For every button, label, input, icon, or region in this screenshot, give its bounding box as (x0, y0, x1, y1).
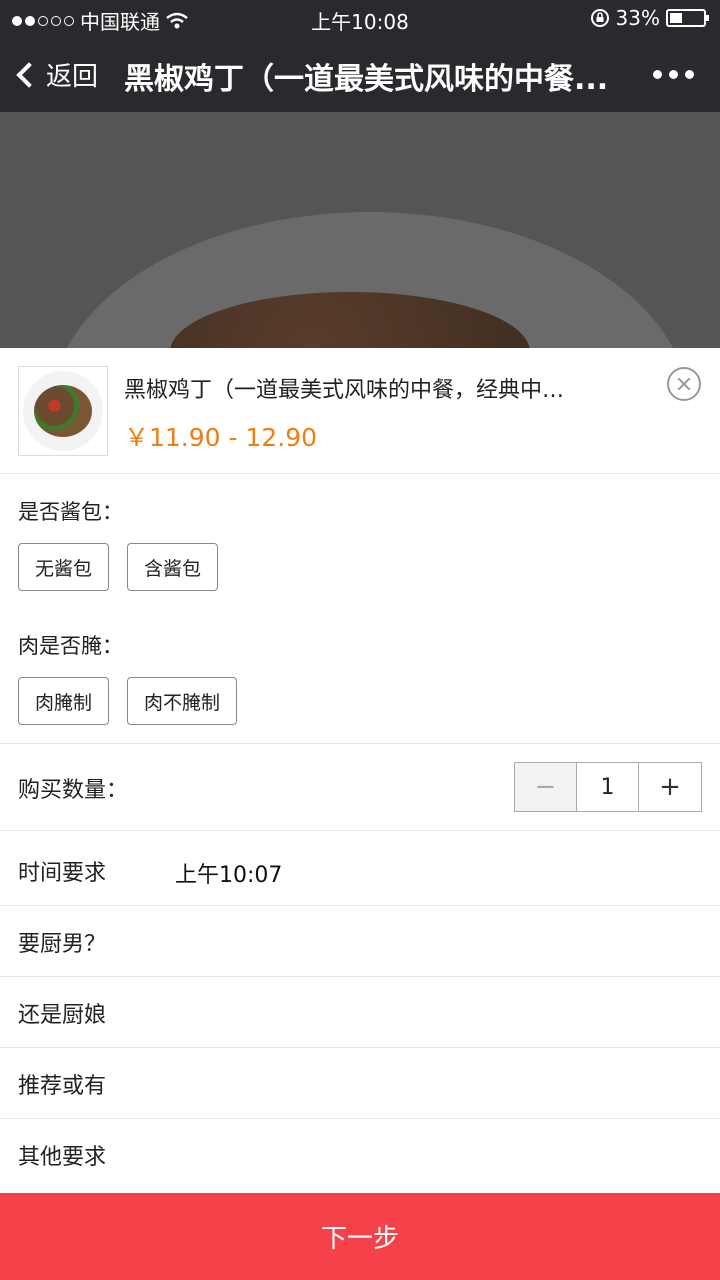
option-with-sauce-button[interactable]: 含酱包 (127, 543, 219, 591)
option-not-marinated-button[interactable]: 肉不腌制 (127, 677, 238, 725)
sku-selector-sheet: 黑椒鸡丁（一道最美式风味的中餐，经典中… ￥11.90 - 12.90 是否酱包… (0, 348, 720, 1193)
status-bar: 中国联通 上午10:08 33% (0, 0, 720, 36)
product-name: 黑椒鸡丁（一道最美式风味的中餐，经典中… (124, 378, 565, 403)
back-button[interactable]: 返回 (16, 56, 99, 93)
back-label: 返回 (46, 62, 99, 92)
quantity-label: 购买数量： (18, 778, 129, 803)
form-row-time[interactable]: 时间要求 上午10:07 (0, 835, 720, 906)
option-label-marinate: 肉是否腌： (18, 634, 123, 658)
increment-button[interactable]: + (639, 763, 701, 811)
battery-percent: 33% (615, 6, 660, 30)
product-price: ￥11.90 - 12.90 (124, 423, 318, 452)
backdrop-overlay[interactable] (0, 112, 720, 348)
more-icon[interactable] (653, 70, 694, 79)
battery-icon (666, 9, 709, 27)
status-right: 33% (590, 6, 709, 30)
form-row-female-chef[interactable]: 还是厨娘 (0, 977, 720, 1048)
other-requirements-label: 其他要求 (18, 1145, 107, 1170)
option-label-sauce: 是否酱包： (18, 500, 123, 524)
quantity-value[interactable]: 1 (577, 763, 639, 811)
next-step-button[interactable]: 下一步 (0, 1193, 720, 1280)
divider (0, 830, 720, 831)
option-no-sauce-button[interactable]: 无酱包 (18, 543, 110, 591)
nav-bar: 返回 黑椒鸡丁（一道最美式风味的中餐... (0, 36, 720, 112)
product-summary: 黑椒鸡丁（一道最美式风味的中餐，经典中… ￥11.90 - 12.90 (0, 348, 720, 474)
form-row-recommend[interactable]: 推荐或有 (0, 1048, 720, 1119)
option-group-marinate: 肉腌制 肉不腌制 (18, 677, 238, 725)
form-row-male-chef[interactable]: 要厨男？ (0, 906, 720, 977)
time-requirement-value[interactable]: 上午10:07 (175, 857, 282, 889)
close-icon[interactable] (667, 367, 701, 401)
option-marinated-button[interactable]: 肉腌制 (18, 677, 110, 725)
female-chef-label: 还是厨娘 (18, 1003, 107, 1028)
option-group-sauce: 无酱包 含酱包 (18, 543, 219, 591)
form-row-other[interactable]: 其他要求 (0, 1119, 720, 1190)
chevron-left-icon (16, 61, 42, 88)
quantity-stepper: − 1 + (514, 762, 702, 812)
decrement-button[interactable]: − (515, 763, 577, 811)
male-chef-label: 要厨男？ (18, 932, 107, 957)
product-thumbnail (18, 366, 108, 456)
recommend-label: 推荐或有 (18, 1074, 107, 1099)
page-title: 黑椒鸡丁（一道最美式风味的中餐... (124, 62, 609, 97)
divider (0, 743, 720, 744)
time-requirement-label: 时间要求 (18, 861, 107, 886)
orientation-lock-icon (590, 9, 609, 27)
